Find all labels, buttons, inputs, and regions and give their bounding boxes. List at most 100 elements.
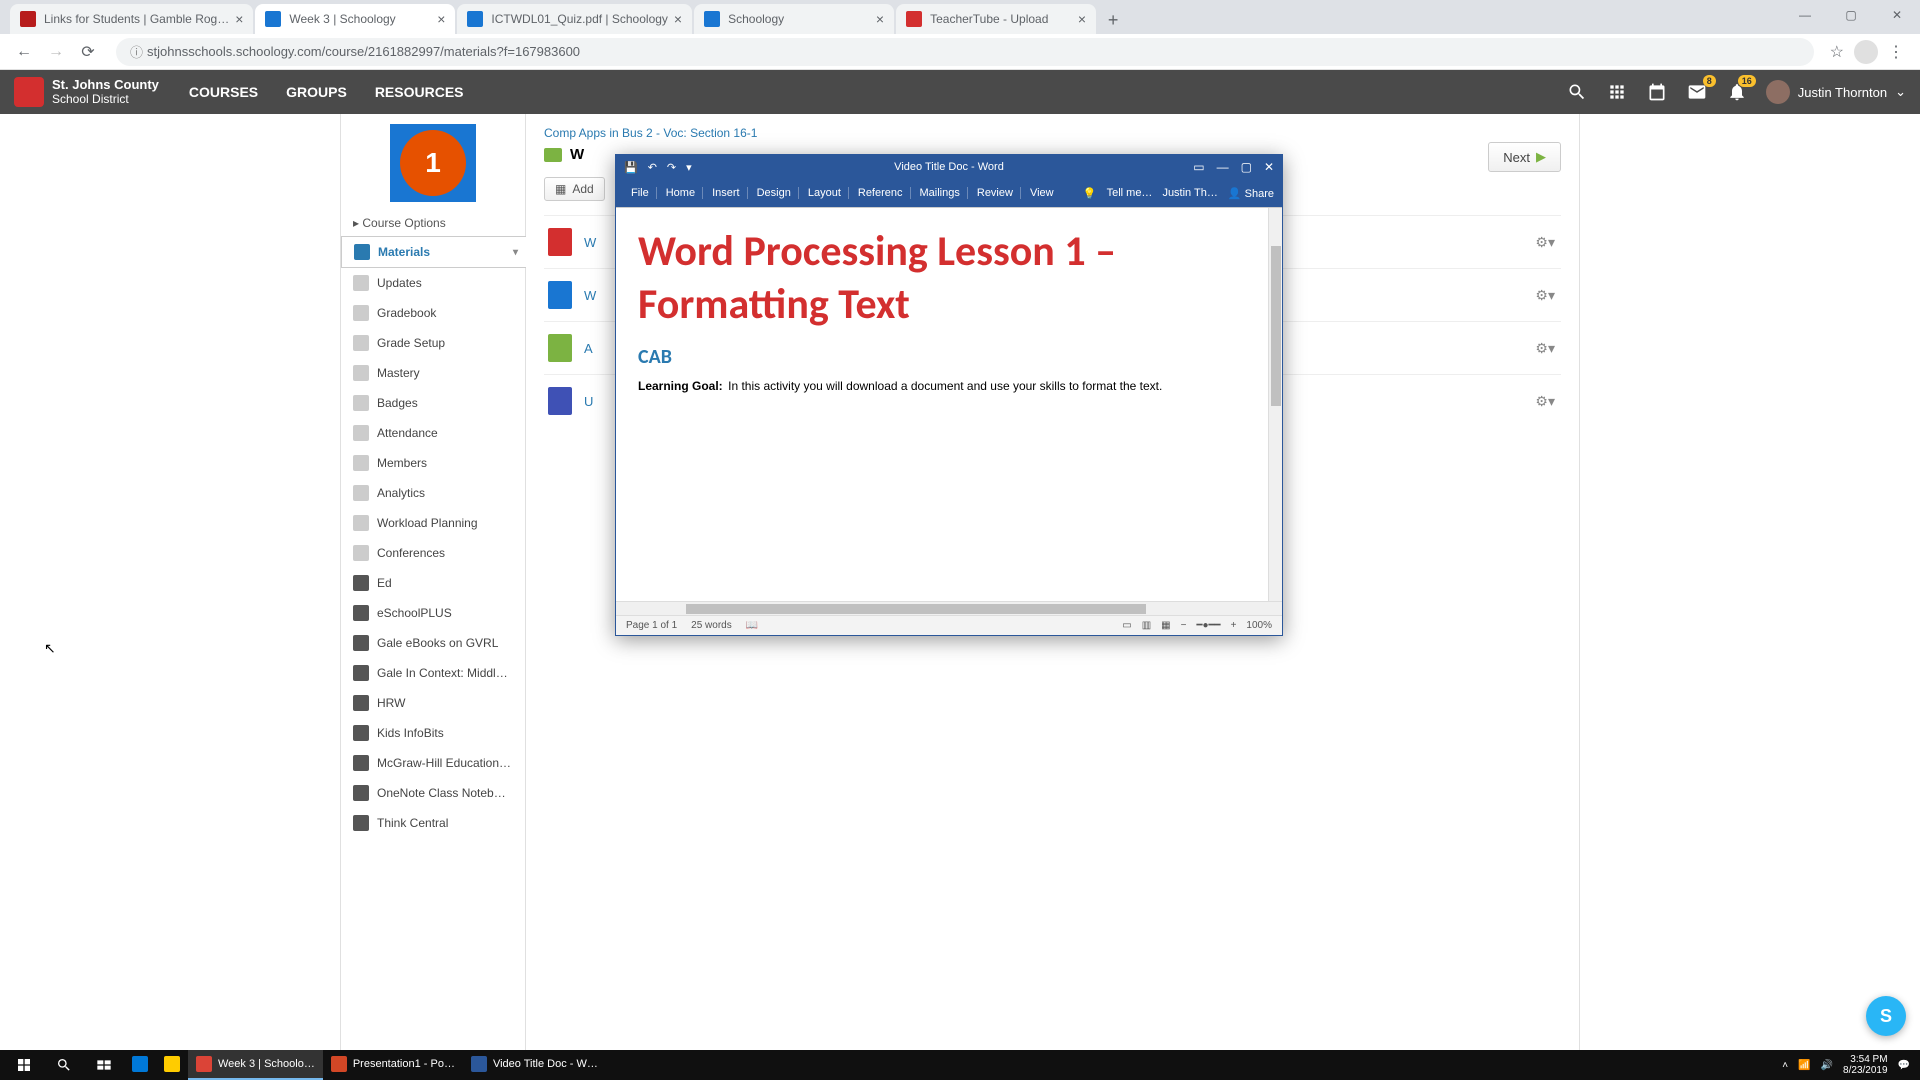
start-button[interactable] [4,1050,44,1080]
gear-icon[interactable]: ⚙▾ [1535,393,1555,410]
nav-courses[interactable]: COURSES [189,84,258,100]
breadcrumb[interactable]: Comp Apps in Bus 2 - Voc: Section 16-1 [544,126,1561,140]
sidebar-item-updates[interactable]: Updates [341,268,525,298]
wifi-icon[interactable]: 📶 [1798,1060,1810,1071]
chrome-menu-icon[interactable]: ⋮ [1888,42,1904,62]
taskbar-app-word[interactable]: Video Title Doc - W… [463,1050,606,1080]
ribbon-tab-review[interactable]: Review [970,187,1021,199]
zoom-slider[interactable]: ━●━━ [1196,620,1220,631]
sidebar-item-kids-infobits[interactable]: Kids InfoBits [341,718,525,748]
sidebar-item-analytics[interactable]: Analytics [341,478,525,508]
ribbon-tab-insert[interactable]: Insert [705,187,748,199]
browser-tab[interactable]: Week 3 | Schoology × [255,4,455,34]
read-mode-icon[interactable]: ▭ [1122,620,1131,631]
word-count[interactable]: 25 words [691,620,732,631]
sidebar-item-mastery[interactable]: Mastery [341,358,525,388]
mail-icon[interactable]: 8 [1686,81,1708,103]
zoom-in-icon[interactable]: + [1231,620,1237,631]
vertical-scrollbar[interactable] [1268,208,1282,601]
next-button[interactable]: Next ▶ [1488,142,1561,172]
user-menu[interactable]: Justin Thornton ⌄ [1766,80,1906,104]
save-icon[interactable]: 💾 [624,161,638,174]
calendar-icon[interactable] [1646,81,1668,103]
address-bar[interactable]: ⓘ stjohnsschools.schoology.com/course/21… [116,38,1814,66]
sidebar-item-onenote[interactable]: OneNote Class Noteb… [341,778,525,808]
page-info[interactable]: Page 1 of 1 [626,620,677,631]
word-document-area[interactable]: Word Processing Lesson 1 – Formatting Te… [616,207,1282,601]
ribbon-tab-file[interactable]: File [624,187,657,199]
bell-icon[interactable]: 16 [1726,81,1748,103]
reload-button[interactable]: ⟳ [74,38,102,66]
spellcheck-icon[interactable]: 📖 [746,620,758,631]
nav-resources[interactable]: RESOURCES [375,84,464,100]
ribbon-tab-view[interactable]: View [1023,187,1061,199]
close-icon[interactable]: ✕ [1264,160,1274,174]
ribbon-tab-mailings[interactable]: Mailings [913,187,968,199]
word-titlebar[interactable]: 💾 ↶ ↷ ▾ Video Title Doc - Word ▭ ― ▢ ✕ [616,155,1282,179]
close-icon[interactable]: × [1078,11,1086,27]
minimize-button[interactable]: ― [1782,0,1828,30]
tell-me[interactable]: Tell me… [1107,187,1153,199]
apps-icon[interactable] [1606,81,1628,103]
sidebar-item-conferences[interactable]: Conferences [341,538,525,568]
maximize-button[interactable]: ▢ [1828,0,1874,30]
ribbon-tab-home[interactable]: Home [659,187,703,199]
browser-tab[interactable]: TeacherTube - Upload × [896,4,1096,34]
sidebar-item-ed[interactable]: Ed [341,568,525,598]
ribbon-tab-layout[interactable]: Layout [801,187,849,199]
close-icon[interactable]: × [674,11,682,27]
sidebar-item-thinkcentral[interactable]: Think Central [341,808,525,838]
new-tab-button[interactable]: + [1098,6,1128,34]
task-view-button[interactable] [84,1050,124,1080]
gear-icon[interactable]: ⚙▾ [1535,340,1555,357]
sidebar-item-gradesetup[interactable]: Grade Setup [341,328,525,358]
close-icon[interactable]: × [235,11,243,27]
gear-icon[interactable]: ⚙▾ [1535,287,1555,304]
browser-tab[interactable]: Schoology × [694,4,894,34]
redo-icon[interactable]: ↷ [667,161,676,174]
add-materials-button[interactable]: ▦ Add [544,177,605,201]
sidebar-item-gale-context[interactable]: Gale In Context: Middl… [341,658,525,688]
print-layout-icon[interactable]: ▥ [1142,620,1151,631]
bookmark-icon[interactable]: ☆ [1830,42,1844,62]
ribbon-tab-references[interactable]: Referenc [851,187,911,199]
site-info-icon[interactable]: ⓘ [130,42,143,61]
profile-button[interactable] [1854,40,1878,64]
undo-icon[interactable]: ↶ [648,161,657,174]
browser-tab[interactable]: ICTWDL01_Quiz.pdf | Schoology × [457,4,692,34]
qat-customize-icon[interactable]: ▾ [686,161,692,174]
gear-icon[interactable]: ⚙▾ [1535,234,1555,251]
tray-expand-icon[interactable]: ˄ [1782,1060,1788,1071]
course-options[interactable]: ▸ Course Options [341,210,525,236]
maximize-icon[interactable]: ▢ [1241,160,1252,174]
support-chat-button[interactable]: S [1866,996,1906,1036]
forward-button[interactable]: → [42,38,70,66]
close-icon[interactable]: × [437,11,445,27]
back-button[interactable]: ← [10,38,38,66]
sidebar-item-mcgraw[interactable]: McGraw-Hill Education… [341,748,525,778]
zoom-out-icon[interactable]: − [1181,620,1187,631]
browser-tab[interactable]: Links for Students | Gamble Rog… × [10,4,253,34]
taskbar-app-powerpoint[interactable]: Presentation1 - Po… [323,1050,463,1080]
sidebar-item-hrw[interactable]: HRW [341,688,525,718]
horizontal-scrollbar[interactable] [616,601,1282,615]
ribbon-display-icon[interactable]: ▭ [1193,160,1204,174]
volume-icon[interactable]: 🔊 [1821,1060,1833,1071]
word-user[interactable]: Justin Th… [1162,187,1217,199]
district-logo[interactable]: St. Johns County School District [14,77,159,107]
course-badge[interactable]: 1 [390,124,476,202]
sidebar-item-gale-ebooks[interactable]: Gale eBooks on GVRL [341,628,525,658]
zoom-level[interactable]: 100% [1246,620,1272,631]
taskbar-clock[interactable]: 3:54 PM 8/23/2019 [1843,1054,1888,1076]
share-button[interactable]: 👤 Share [1228,187,1274,200]
sidebar-item-materials[interactable]: Materials [341,236,526,268]
sidebar-item-gradebook[interactable]: Gradebook [341,298,525,328]
ribbon-tab-design[interactable]: Design [750,187,799,199]
sidebar-item-attendance[interactable]: Attendance [341,418,525,448]
search-icon[interactable] [1566,81,1588,103]
sidebar-item-members[interactable]: Members [341,448,525,478]
minimize-icon[interactable]: ― [1217,160,1229,174]
search-button[interactable] [44,1050,84,1080]
web-layout-icon[interactable]: ▦ [1161,620,1170,631]
taskbar-app-edge[interactable] [124,1050,156,1080]
